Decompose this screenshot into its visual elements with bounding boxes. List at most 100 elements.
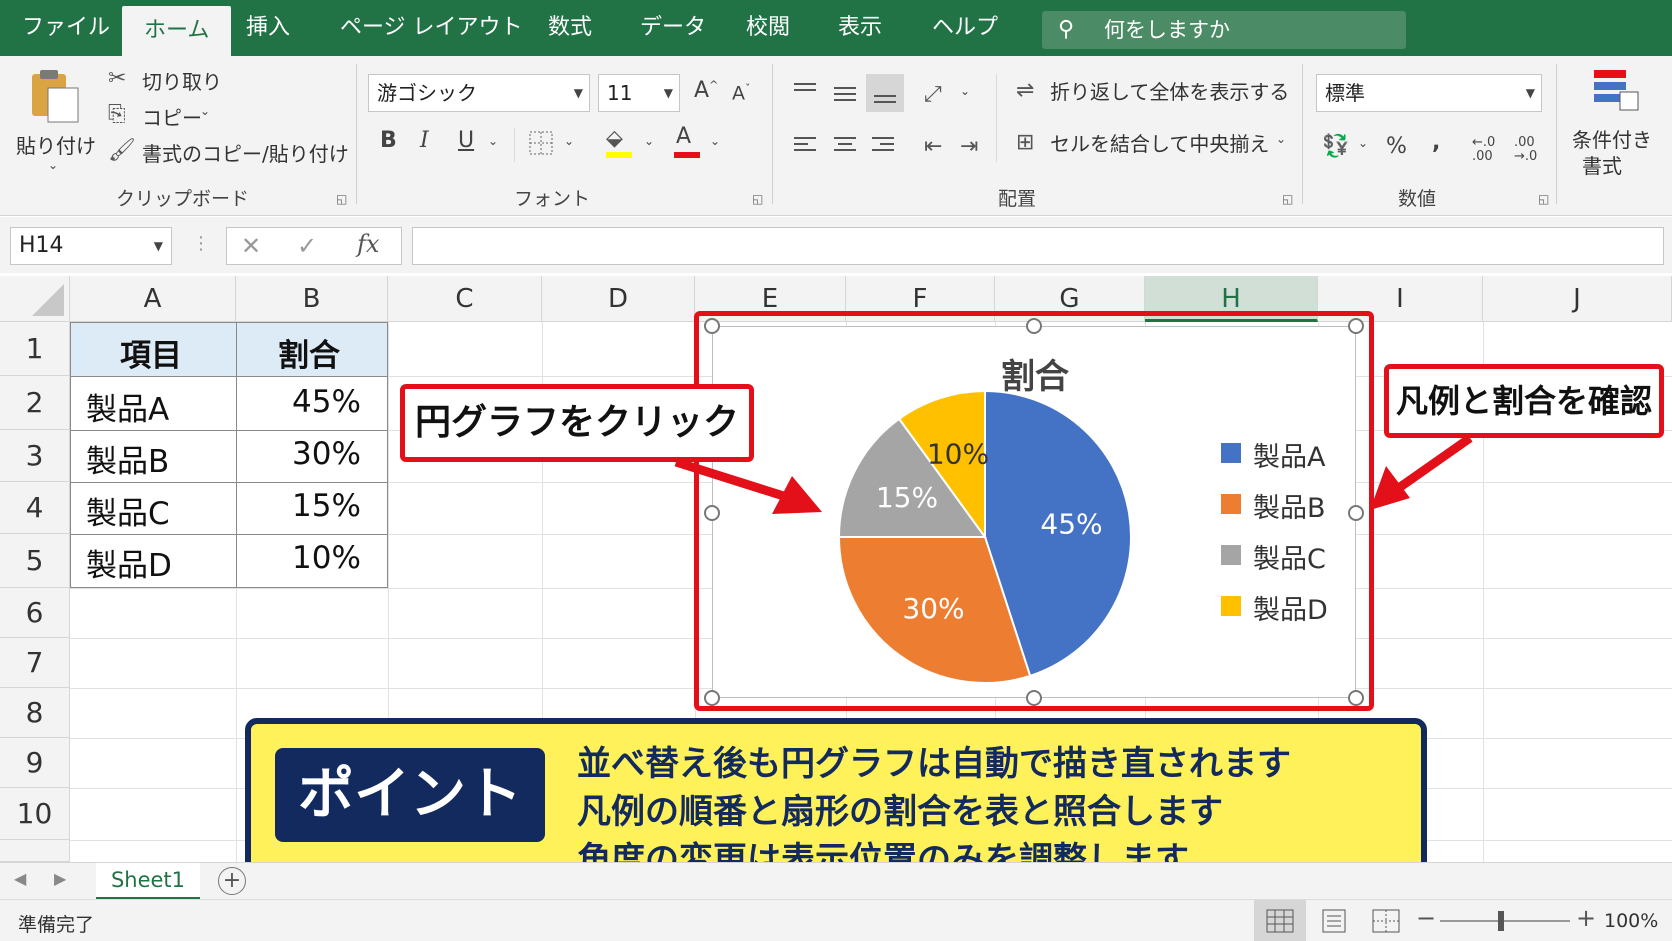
increase-indent-icon[interactable]: ⇥	[960, 136, 978, 158]
row-header-4[interactable]: 4	[0, 482, 70, 534]
zoom-level[interactable]: 100%	[1604, 910, 1658, 932]
format-painter-button[interactable]: 🖌 書式のコピー/貼り付け	[108, 138, 349, 168]
cell-a2[interactable]: 製品A	[86, 384, 169, 429]
cell-a4[interactable]: 製品C	[86, 488, 170, 533]
comma-style-button[interactable]: ,	[1432, 130, 1440, 155]
orientation-icon[interactable]: ⤢	[924, 84, 942, 106]
formula-input[interactable]	[412, 227, 1664, 265]
cut-button[interactable]: ✂ 切り取り	[108, 66, 228, 96]
tab-file[interactable]: ファイル	[22, 0, 110, 56]
tab-help[interactable]: ヘルプ	[932, 0, 998, 56]
chevron-down-icon[interactable]: ⌄	[564, 134, 574, 148]
bold-button[interactable]: B	[380, 128, 397, 153]
enter-icon[interactable]: ✓	[297, 232, 317, 260]
row-header-11[interactable]	[0, 840, 70, 862]
name-box[interactable]: H14 ▼	[10, 227, 172, 265]
cell-a1[interactable]: 項目	[120, 330, 182, 375]
increase-decimal-button[interactable]: ←.0 .00	[1472, 136, 1506, 164]
chevron-down-icon[interactable]: ⌄	[960, 84, 970, 98]
row-header-1[interactable]: 1	[0, 322, 70, 376]
chevron-down-icon[interactable]: ⌄	[644, 134, 654, 148]
formula-buttons: ✕ ✓ fx	[226, 227, 402, 265]
column-header-d[interactable]: D	[542, 276, 695, 322]
grow-font-button[interactable]: A^	[694, 78, 718, 103]
column-header-c[interactable]: C	[388, 276, 542, 322]
font-name-select[interactable]: 游ゴシック ▼	[368, 74, 590, 112]
wrap-text-button[interactable]: ⇌ 折り返して全体を表示する	[1016, 76, 1289, 108]
tab-formulas[interactable]: 数式	[548, 0, 592, 56]
scroll-left-icon[interactable]: ◀	[14, 869, 26, 888]
tab-page-layout[interactable]: ページ レイアウト	[340, 0, 523, 56]
resize-handle-icon[interactable]: ⋮	[192, 233, 210, 254]
italic-button[interactable]: I	[420, 128, 429, 153]
fill-color-button[interactable]: ⬙	[604, 126, 634, 162]
row-header-8[interactable]: 8	[0, 688, 70, 738]
chevron-down-icon[interactable]: ⌄	[1358, 136, 1368, 150]
chevron-down-icon[interactable]: ⌄	[710, 134, 720, 148]
cell-b3[interactable]: 30%	[292, 436, 361, 472]
dialog-launcher-icon[interactable]: ◱	[336, 192, 347, 206]
row-header-3[interactable]: 3	[0, 430, 70, 482]
cell-b4[interactable]: 15%	[292, 488, 361, 524]
font-color-button[interactable]: A	[672, 124, 702, 162]
cell-a3[interactable]: 製品B	[86, 436, 169, 481]
sheet-tab-sheet1[interactable]: Sheet1	[96, 863, 200, 900]
page-break-view-icon[interactable]	[1372, 909, 1400, 933]
row-header-6[interactable]: 6	[0, 588, 70, 638]
table-border	[70, 534, 388, 535]
column-header-b[interactable]: B	[236, 276, 388, 322]
insert-function-icon[interactable]: fx	[357, 230, 379, 258]
cell-b1[interactable]: 割合	[278, 330, 340, 375]
chevron-down-icon[interactable]: ⌄	[488, 134, 498, 148]
cancel-icon[interactable]: ✕	[241, 232, 261, 260]
column-header-a[interactable]: A	[70, 276, 236, 322]
percent-style-button[interactable]: %	[1386, 134, 1407, 159]
align-bottom-button[interactable]	[866, 74, 904, 112]
zoom-out-icon[interactable]: −	[1416, 904, 1436, 932]
tab-view[interactable]: 表示	[838, 0, 882, 56]
scroll-right-icon[interactable]: ▶	[54, 869, 66, 888]
tab-review[interactable]: 校閲	[746, 0, 790, 56]
cell-b5[interactable]: 10%	[292, 540, 361, 576]
tab-insert[interactable]: 挿入	[246, 0, 290, 56]
row-header-9[interactable]: 9	[0, 738, 70, 788]
tab-data[interactable]: データ	[640, 0, 706, 56]
align-middle-icon[interactable]	[832, 80, 858, 104]
zoom-in-icon[interactable]: +	[1576, 904, 1596, 932]
align-center-icon[interactable]	[832, 134, 858, 158]
underline-button[interactable]: U	[458, 128, 474, 153]
select-all-corner[interactable]	[0, 276, 70, 322]
borders-icon[interactable]	[528, 130, 554, 156]
normal-view-button[interactable]	[1254, 900, 1306, 941]
dialog-launcher-icon[interactable]: ◱	[752, 192, 763, 206]
align-left-icon[interactable]	[792, 134, 818, 158]
row-header-10[interactable]: 10	[0, 788, 70, 840]
page-layout-view-icon[interactable]	[1320, 909, 1348, 933]
column-header-j[interactable]: J	[1483, 276, 1672, 322]
align-right-icon[interactable]	[870, 134, 896, 158]
cell-b2[interactable]: 45%	[292, 384, 361, 420]
row-header-2[interactable]: 2	[0, 376, 70, 430]
shrink-font-icon: A	[732, 82, 745, 105]
tell-me-search[interactable]: ⚲ 何をしますか	[1042, 11, 1406, 49]
merge-center-button[interactable]: ⊞ セルを結合して中央揃え ⌄	[1016, 128, 1286, 160]
paste-button[interactable]: 貼り付け ⌄	[12, 64, 96, 174]
dialog-launcher-icon[interactable]: ◱	[1282, 192, 1293, 206]
conditional-formatting-button[interactable]: 条件付き 書式	[1568, 64, 1668, 184]
row-header-5[interactable]: 5	[0, 534, 70, 588]
dialog-launcher-icon[interactable]: ◱	[1538, 192, 1549, 206]
zoom-slider-track[interactable]	[1440, 920, 1570, 922]
tab-home[interactable]: ホーム	[122, 6, 232, 56]
shrink-font-button[interactable]: Aˇ	[732, 82, 751, 104]
font-size-select[interactable]: 11 ▼	[598, 74, 680, 112]
add-sheet-icon[interactable]: +	[218, 867, 246, 895]
align-top-icon[interactable]	[792, 80, 818, 104]
currency-icon[interactable]: 💱	[1322, 136, 1349, 158]
zoom-slider-thumb[interactable]	[1498, 911, 1504, 931]
decrease-indent-icon[interactable]: ⇤	[924, 136, 942, 158]
number-format-select[interactable]: 標準 ▼	[1316, 74, 1542, 112]
cell-a5[interactable]: 製品D	[86, 540, 172, 585]
row-header-7[interactable]: 7	[0, 638, 70, 688]
decrease-decimal-button[interactable]: .00 →.0	[1514, 136, 1548, 164]
copy-button[interactable]: ⎘ コピー ⌄	[108, 102, 228, 132]
